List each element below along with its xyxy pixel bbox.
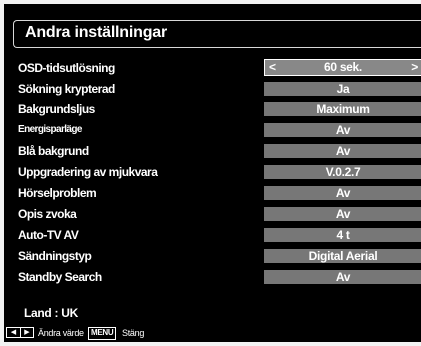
setting-label: OSD-tidsutlösning (18, 61, 115, 75)
arrow-left-key-icon: ◀ (10, 329, 16, 336)
setting-label: Sändningstyp (18, 249, 92, 263)
setting-row-broadcast-type[interactable]: Sändningstyp Digital Aerial (18, 249, 421, 263)
change-value-hint: Ändra värde (38, 328, 84, 338)
setting-label: Sökning krypterad (18, 82, 115, 96)
setting-row-power-save[interactable]: Energisparläge Av (18, 123, 421, 137)
setting-row-scan-encrypted[interactable]: Sökning krypterad Ja (18, 82, 421, 96)
setting-row-backlight[interactable]: Bakgrundsljus Maximum (18, 102, 421, 116)
close-hint: Stäng (122, 328, 145, 338)
setting-value[interactable]: Av (264, 123, 421, 137)
setting-label: Blå bakgrund (18, 144, 89, 158)
setting-row-software-upgrade[interactable]: Uppgradering av mjukvara V.0.2.7 (18, 165, 421, 179)
menu-title: Andra inställningar (25, 24, 167, 41)
setting-row-hard-of-hearing[interactable]: Hörselproblem Av (18, 186, 421, 200)
setting-value[interactable]: Av (264, 144, 421, 158)
setting-label: Uppgradering av mjukvara (18, 165, 158, 179)
setting-value[interactable]: Av (264, 207, 421, 221)
arrow-left-icon[interactable]: < (269, 60, 276, 75)
left-right-keys: ◀ ▶ (6, 327, 34, 338)
setting-value: 60 sek. (324, 60, 362, 74)
setting-value[interactable]: Av (264, 186, 421, 200)
menu-key-icon: MENU (88, 327, 117, 340)
setting-value[interactable]: Digital Aerial (264, 249, 421, 263)
setting-row-osd-timeout[interactable]: OSD-tidsutlösning < 60 sek. > (18, 59, 421, 76)
setting-value[interactable]: V.0.2.7 (264, 165, 421, 179)
setting-row-standby-search[interactable]: Standby Search Av (18, 270, 421, 284)
setting-row-audio-description[interactable]: Opis zvoka Av (18, 207, 421, 221)
setting-value[interactable]: Maximum (264, 102, 421, 116)
setting-value[interactable]: Av (264, 270, 421, 284)
setting-label: Auto-TV AV (18, 228, 79, 242)
setting-value-selector[interactable]: < 60 sek. > (264, 59, 421, 76)
setting-label: Opis zvoka (18, 207, 77, 221)
osd-menu: Andra inställningar OSD-tidsutlösning < … (4, 4, 421, 342)
setting-label: Hörselproblem (18, 186, 97, 200)
setting-label: Standby Search (18, 270, 102, 284)
setting-row-blue-background[interactable]: Blå bakgrund Av (18, 144, 421, 158)
country-label: Land : UK (24, 306, 78, 320)
menu-title-box: Andra inställningar (13, 20, 421, 48)
setting-row-auto-tv-off[interactable]: Auto-TV AV 4 t (18, 228, 421, 242)
footer-hints: ◀ ▶ Ändra värde MENU Stäng (4, 326, 421, 340)
arrow-right-icon[interactable]: > (411, 60, 418, 75)
setting-label: Energisparläge (18, 124, 82, 135)
setting-value[interactable]: 4 t (264, 228, 421, 242)
arrow-right-key-icon: ▶ (19, 328, 34, 337)
setting-label: Bakgrundsljus (18, 102, 95, 116)
setting-value[interactable]: Ja (264, 82, 421, 96)
